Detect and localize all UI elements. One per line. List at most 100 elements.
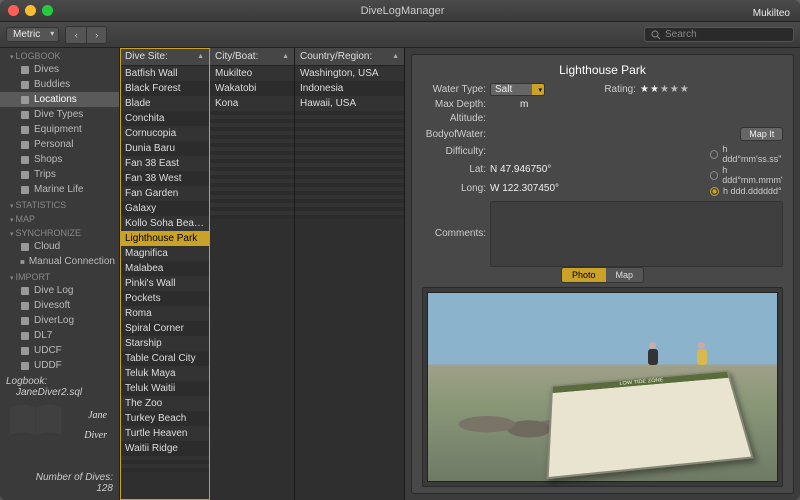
label-long: Long: xyxy=(422,183,490,194)
list-item[interactable]: Black Forest xyxy=(120,81,209,96)
signature-2: Diver xyxy=(84,430,107,441)
list-item[interactable]: Batfish Wall xyxy=(120,66,209,81)
sidebar: LOGBOOKDivesBuddiesLocationsDive TypesEq… xyxy=(0,48,120,500)
water-type-select[interactable]: Salt▾ xyxy=(490,83,545,96)
sidebar-section-synchronize[interactable]: SYNCHRONIZE xyxy=(0,225,119,239)
rating-stars[interactable]: ★★★★★ xyxy=(640,84,710,95)
column-header-site[interactable]: Dive Site:▲ xyxy=(120,48,209,66)
list-item[interactable]: Wakatobi xyxy=(210,81,294,96)
list-item[interactable]: Fan Garden xyxy=(120,186,209,201)
label-water-type: Water Type: xyxy=(422,84,490,95)
list-item[interactable]: Waitii Ridge xyxy=(120,441,209,456)
coord-format-option[interactable]: h ddd°mm.mmm' xyxy=(710,165,783,185)
dive-count-label: Number of Dives: xyxy=(36,472,113,483)
sidebar-item-shops[interactable]: Shops xyxy=(0,152,119,167)
list-item[interactable]: Conchita xyxy=(120,111,209,126)
sidebar-section-import[interactable]: IMPORT xyxy=(0,269,119,283)
list-item[interactable]: Turtle Heaven xyxy=(120,426,209,441)
list-item[interactable]: Magnifica xyxy=(120,246,209,261)
sidebar-item-locations[interactable]: Locations xyxy=(0,92,119,107)
sidebar-section-statistics[interactable]: STATISTICS xyxy=(0,197,119,211)
lists-panel: Dive Site:▲ Batfish WallBlack ForestBlad… xyxy=(120,48,405,500)
list-item-empty xyxy=(120,468,209,472)
coord-format-option[interactable]: h ddd°mm'ss.ss" xyxy=(710,144,783,164)
list-item[interactable]: The Zoo xyxy=(120,396,209,411)
nav-back-button[interactable]: ‹ xyxy=(66,27,86,43)
list-item[interactable]: Roma xyxy=(120,306,209,321)
list-item[interactable]: Mukilteo xyxy=(210,66,294,81)
sidebar-item-diverlog[interactable]: DiverLog xyxy=(0,313,119,328)
list-item[interactable]: Hawaii, USA xyxy=(295,96,404,111)
list-item[interactable]: Spiral Corner xyxy=(120,321,209,336)
minimize-icon[interactable] xyxy=(25,5,36,16)
tab-photo[interactable]: Photo xyxy=(562,268,606,282)
nav-forward-button[interactable]: › xyxy=(86,27,106,43)
sidebar-section-logbook[interactable]: LOGBOOK xyxy=(0,48,119,62)
list-item[interactable]: Cornucopia xyxy=(120,126,209,141)
logbook-file: JaneDiver2.sql xyxy=(6,387,113,398)
list-item[interactable]: Indonesia xyxy=(295,81,404,96)
list-item-empty xyxy=(295,215,404,219)
depth-unit: m xyxy=(520,99,528,110)
column-header-country[interactable]: Country/Region:▲ xyxy=(295,48,404,66)
list-item[interactable]: Lighthouse Park xyxy=(120,231,209,246)
list-item[interactable]: Turkey Beach xyxy=(120,411,209,426)
sidebar-item-dive-types[interactable]: Dive Types xyxy=(0,107,119,122)
sidebar-item-udcf[interactable]: UDCF xyxy=(0,343,119,358)
label-max-depth: Max Depth: xyxy=(422,99,490,110)
sidebar-item-trips[interactable]: Trips xyxy=(0,167,119,182)
sidebar-section-map[interactable]: MAP xyxy=(0,211,119,225)
signature-1: Jane xyxy=(88,410,107,421)
tab-map[interactable]: Map xyxy=(606,268,644,282)
list-item[interactable]: Teluk Waitii xyxy=(120,381,209,396)
book-icon xyxy=(8,402,63,439)
map-it-button[interactable]: Map It xyxy=(740,127,783,141)
list-item[interactable]: Fan 38 West xyxy=(120,171,209,186)
list-item[interactable]: Washington, USA xyxy=(295,66,404,81)
sidebar-item-dives[interactable]: Dives xyxy=(0,62,119,77)
value-lat: N 47.946750° xyxy=(490,164,710,175)
value-long: W 122.307450° xyxy=(490,183,710,194)
list-item[interactable]: Starship xyxy=(120,336,209,351)
list-item[interactable]: Pinki's Wall xyxy=(120,276,209,291)
label-difficulty: Difficulty: xyxy=(422,146,490,157)
column-header-city[interactable]: City/Boat:▲ xyxy=(210,48,294,66)
photo-map-tabs: Photo Map xyxy=(561,267,644,283)
label-rating: Rating: xyxy=(590,84,640,95)
list-item[interactable]: Malabea xyxy=(120,261,209,276)
list-item[interactable]: Kona xyxy=(210,96,294,111)
search-input[interactable]: Search xyxy=(644,27,794,42)
photo-thumbnail[interactable]: LOW TIDE ZONE xyxy=(427,292,778,482)
sign-title: LOW TIDE ZONE xyxy=(553,372,729,393)
coord-format-group: h ddd°mm'ss.ss"h ddd°mm.mmm'h ddd.dddddd… xyxy=(710,144,783,196)
sidebar-item-manual-connection[interactable]: Manual Connection xyxy=(0,254,119,269)
label-body-of-water: BodyofWater: xyxy=(422,129,490,140)
sidebar-item-cloud[interactable]: Cloud xyxy=(0,239,119,254)
sidebar-item-dive-log[interactable]: Dive Log xyxy=(0,283,119,298)
sidebar-item-buddies[interactable]: Buddies xyxy=(0,77,119,92)
coord-format-option[interactable]: h ddd.dddddd° xyxy=(710,186,783,196)
comments-input[interactable] xyxy=(490,201,783,267)
sidebar-item-equipment[interactable]: Equipment xyxy=(0,122,119,137)
sidebar-footer: Logbook: JaneDiver2.sql Jane Diver Numbe… xyxy=(0,370,119,500)
zoom-icon[interactable] xyxy=(42,5,53,16)
list-item[interactable]: Dunia Baru xyxy=(120,141,209,156)
list-item[interactable]: Pockets xyxy=(120,291,209,306)
sidebar-item-dl7[interactable]: DL7 xyxy=(0,328,119,343)
list-item[interactable]: Table Coral City xyxy=(120,351,209,366)
sidebar-item-personal[interactable]: Personal xyxy=(0,137,119,152)
list-item[interactable]: Kollo Soha Beach xyxy=(120,216,209,231)
logbook-label: Logbook: xyxy=(6,376,113,387)
column-country: Country/Region:▲ Washington, USAIndonesi… xyxy=(295,48,405,500)
list-item[interactable]: Teluk Maya xyxy=(120,366,209,381)
list-item[interactable]: Blade xyxy=(120,96,209,111)
sidebar-item-divesoft[interactable]: Divesoft xyxy=(0,298,119,313)
sidebar-item-marine-life[interactable]: Marine Life xyxy=(0,182,119,197)
units-select[interactable]: Metric xyxy=(6,27,59,42)
list-item-empty xyxy=(210,215,294,219)
list-item[interactable]: Galaxy xyxy=(120,201,209,216)
list-item[interactable]: Fan 38 East xyxy=(120,156,209,171)
sidebar-item-uddf[interactable]: UDDF xyxy=(0,358,119,370)
label-lat: Lat: xyxy=(422,164,490,175)
close-icon[interactable] xyxy=(8,5,19,16)
